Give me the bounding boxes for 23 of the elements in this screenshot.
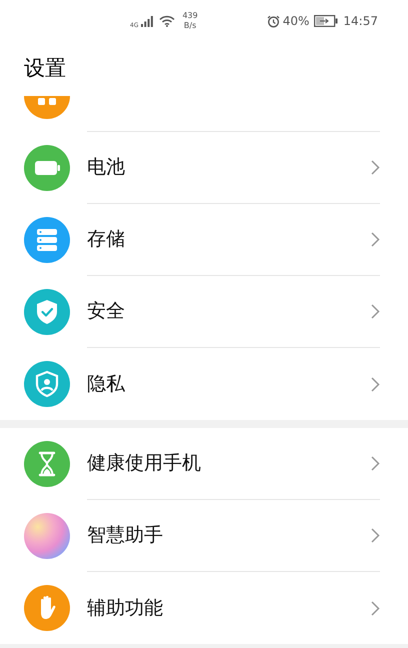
- signal-icon: [141, 16, 154, 26]
- chevron-icon: [371, 304, 380, 319]
- chevron-icon: [371, 528, 380, 543]
- wifi-icon: [159, 15, 176, 27]
- speed-unit: B/s: [184, 21, 196, 31]
- setting-label[interactable]: 智慧助手: [87, 521, 163, 550]
- setting-label[interactable]: 存储: [87, 225, 125, 254]
- alarm-icon: [266, 14, 280, 28]
- battery-percent: 40%: [282, 13, 310, 30]
- setting-label[interactable]: 隐私: [87, 370, 125, 398]
- setting-label[interactable]: 电池: [87, 153, 125, 182]
- chevron-icon: [371, 456, 380, 471]
- setting-label[interactable]: 安全: [87, 297, 125, 326]
- network-speed: 439: [182, 11, 198, 21]
- page-title: 设置: [24, 55, 66, 82]
- setting-label[interactable]: 辅助功能: [87, 594, 163, 622]
- battery-charging-icon: [314, 15, 338, 27]
- clock-time: 14:57: [343, 13, 378, 30]
- chevron-icon: [371, 160, 380, 175]
- chevron-icon: [371, 376, 380, 392]
- setting-label[interactable]: 健康使用手机: [87, 449, 201, 478]
- chevron-icon: [371, 600, 380, 616]
- chevron-icon: [371, 232, 380, 247]
